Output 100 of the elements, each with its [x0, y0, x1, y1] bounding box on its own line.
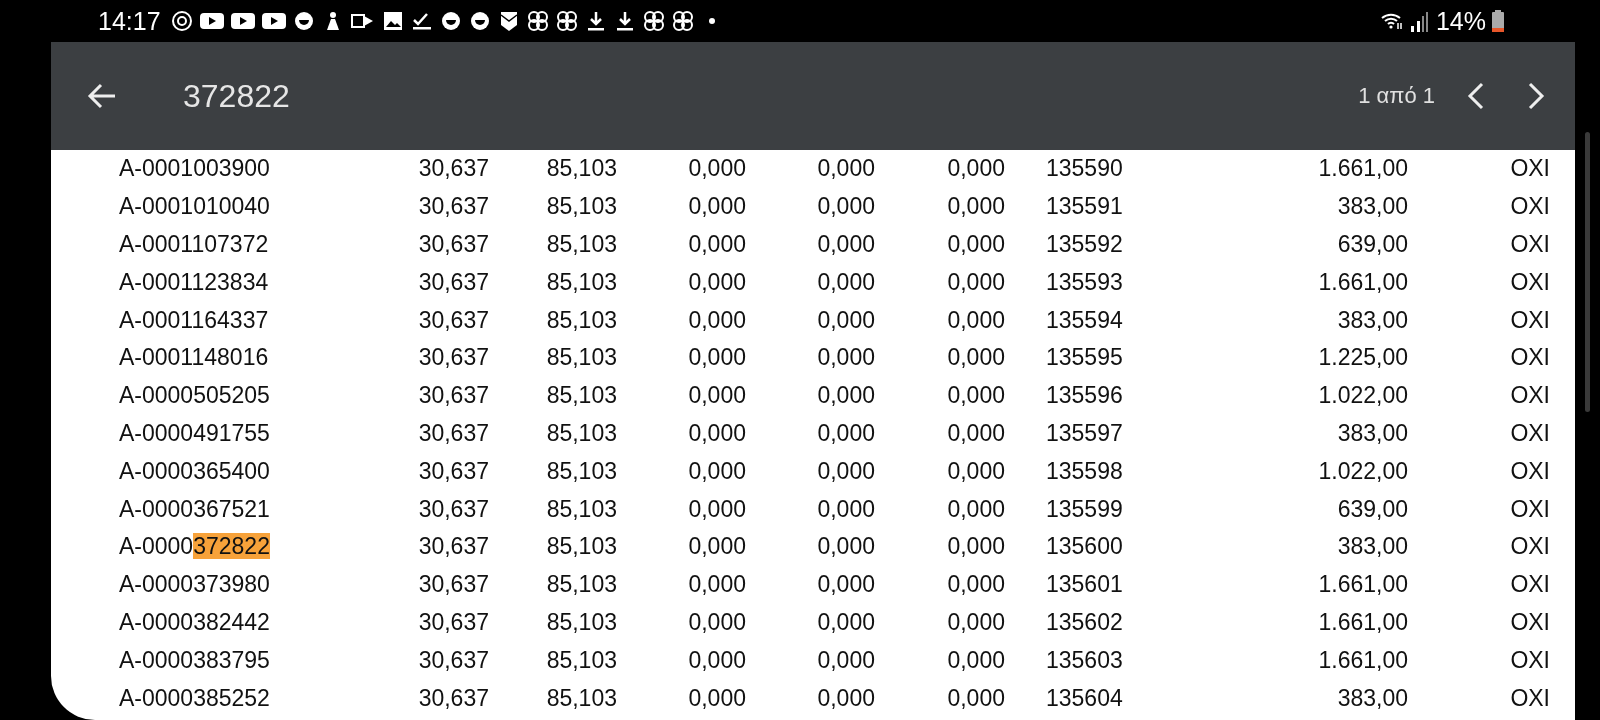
table-cell-text: 0,000 — [816, 155, 875, 183]
table-cell-text: 1.022,00 — [1317, 382, 1408, 410]
table-cell-text: A-0001148016 — [119, 344, 270, 372]
table-cell-text: A-0001164337 — [119, 306, 270, 334]
table-cell-text: OXI — [1509, 231, 1550, 258]
wifi-icon — [1379, 11, 1404, 31]
table-cell-text: OXI — [1509, 193, 1550, 221]
chevron-left-icon — [1467, 81, 1485, 111]
table-cell-text: OXI — [1509, 419, 1550, 447]
table-cell-text: 639,00 — [1336, 495, 1408, 523]
table-cell-text: 0,000 — [946, 571, 1005, 599]
table-cell-text: 0,000 — [816, 382, 875, 410]
table-cell-text: 135598 — [1045, 457, 1124, 485]
table-cell-text: 0,000 — [946, 382, 1005, 410]
smiley-icon — [468, 10, 491, 32]
table-cell-text: 0,000 — [816, 684, 875, 712]
table-cell-text: OXI — [1509, 457, 1550, 485]
table-cell-text: 30,637 — [417, 646, 489, 674]
battery-percentage: 14% — [1435, 6, 1486, 36]
table-cell-text: 1.661,00 — [1317, 268, 1408, 296]
table-cell-text: 0,000 — [816, 571, 875, 599]
table-cell-text: 0,000 — [687, 684, 746, 712]
table-cell-text: 30,637 — [417, 457, 489, 485]
ring-icon — [170, 10, 193, 32]
table-cell-text: 30,637 — [417, 382, 489, 410]
table-cell-text: OXI — [1509, 646, 1550, 674]
table-cell-text: 1.661,00 — [1317, 608, 1408, 636]
table-cell-text: A-0000373980 — [119, 571, 271, 599]
table-cell-text: 0,000 — [687, 344, 746, 372]
table-cell-text: 135603 — [1045, 646, 1124, 674]
table-cell-text: A-0000383795 — [119, 646, 271, 674]
table-cell-text: A-0000382442 — [119, 608, 271, 636]
table-cell-text: 0,000 — [687, 382, 746, 410]
table-cell-text: 85,103 — [545, 608, 617, 636]
table-cell-text: 135590 — [1045, 155, 1124, 183]
play-icon — [199, 10, 224, 32]
table-cell-text: 30,637 — [417, 684, 489, 712]
table-cell-text: 0,000 — [946, 608, 1005, 636]
table-cell-text: 0,000 — [687, 155, 746, 183]
table-cell-text: 0,000 — [687, 457, 746, 485]
table-cell-text: 0,000 — [816, 457, 875, 485]
table-cell-text: 85,103 — [545, 533, 617, 561]
table-cell-text: 383,00 — [1336, 419, 1408, 447]
status-time: 14:17 — [98, 6, 161, 36]
table-cell-text: 0,000 — [816, 646, 875, 674]
table-cell-text: 135604 — [1045, 684, 1124, 712]
table-cell-text: 0,000 — [946, 344, 1005, 372]
table-cell-text: 135592 — [1045, 231, 1124, 258]
chevron-right-icon — [1527, 81, 1545, 111]
table-cell-text: 30,637 — [417, 268, 489, 296]
table-cell-text: 0,000 — [816, 533, 875, 561]
search-query[interactable]: 372822 — [183, 77, 1359, 115]
pinwheel-icon — [555, 10, 578, 32]
table-cell-text: 639,00 — [1336, 231, 1408, 258]
table-cell-text: 0,000 — [816, 419, 875, 447]
table-cell-text: 30,637 — [417, 608, 489, 636]
table-cell-text: 135599 — [1045, 495, 1124, 523]
table-cell-text: 85,103 — [545, 495, 617, 523]
table-cell-text: A-0000385252 — [119, 684, 271, 712]
table-cell-text: 85,103 — [545, 306, 617, 334]
table-cell-text: 1.661,00 — [1317, 571, 1408, 599]
table-cell-text: 1.022,00 — [1317, 457, 1408, 485]
table-cell-text: 383,00 — [1336, 533, 1408, 561]
table-cell-text: 1.225,00 — [1317, 344, 1408, 372]
table-cell-text: 135591 — [1045, 193, 1124, 221]
table-cell-text: A-0001123834 — [119, 268, 270, 296]
table-cell-text: A-0001107372 — [119, 231, 270, 258]
table-cell-text: 0,000 — [946, 419, 1005, 447]
table-cell-text: 135602 — [1045, 608, 1124, 636]
table-cell-text: 85,103 — [545, 419, 617, 447]
table-cell-text: A-0000505205 — [119, 382, 271, 410]
match-count: 1 από 1 — [1358, 83, 1435, 109]
dot-icon — [708, 18, 715, 24]
table-cell-text: 0,000 — [687, 495, 746, 523]
table-cell-text: 30,637 — [417, 571, 489, 599]
table-cell-text: 1.661,00 — [1317, 646, 1408, 674]
table-cell-text: 0,000 — [687, 419, 746, 447]
table-cell-text: A-0000367521 — [119, 495, 271, 523]
table-cell-text: 30,637 — [417, 533, 489, 561]
table-cell-text: 0,000 — [687, 306, 746, 334]
table-cell-text: OXI — [1509, 268, 1550, 296]
table-cell-text: 85,103 — [545, 571, 617, 599]
table-cell-text: 0,000 — [946, 457, 1005, 485]
table-cell-text: 0,000 — [816, 306, 875, 334]
table-cell-text: 0,000 — [687, 646, 746, 674]
table-cell-text: A-0001010040 — [119, 193, 271, 221]
pinwheel-icon — [671, 10, 694, 32]
table-cell-text: 30,637 — [417, 155, 489, 183]
table-cell-text: 85,103 — [545, 344, 617, 372]
scrollbar-thumb[interactable] — [1585, 132, 1590, 412]
table-cell-text: 383,00 — [1336, 193, 1408, 221]
table-cell-text: 135593 — [1045, 268, 1124, 296]
table-cell-text: OXI — [1509, 344, 1550, 372]
table-cell-text: OXI — [1509, 382, 1550, 410]
table-cell-text: A-0000365400 — [119, 457, 271, 485]
table-cell-text: 0,000 — [946, 495, 1005, 523]
table-cell-text: 0,000 — [816, 495, 875, 523]
table-cell-text: 0,000 — [816, 268, 875, 296]
table-cell-text: 30,637 — [417, 344, 489, 372]
table-cell-text: 0,000 — [946, 155, 1005, 183]
